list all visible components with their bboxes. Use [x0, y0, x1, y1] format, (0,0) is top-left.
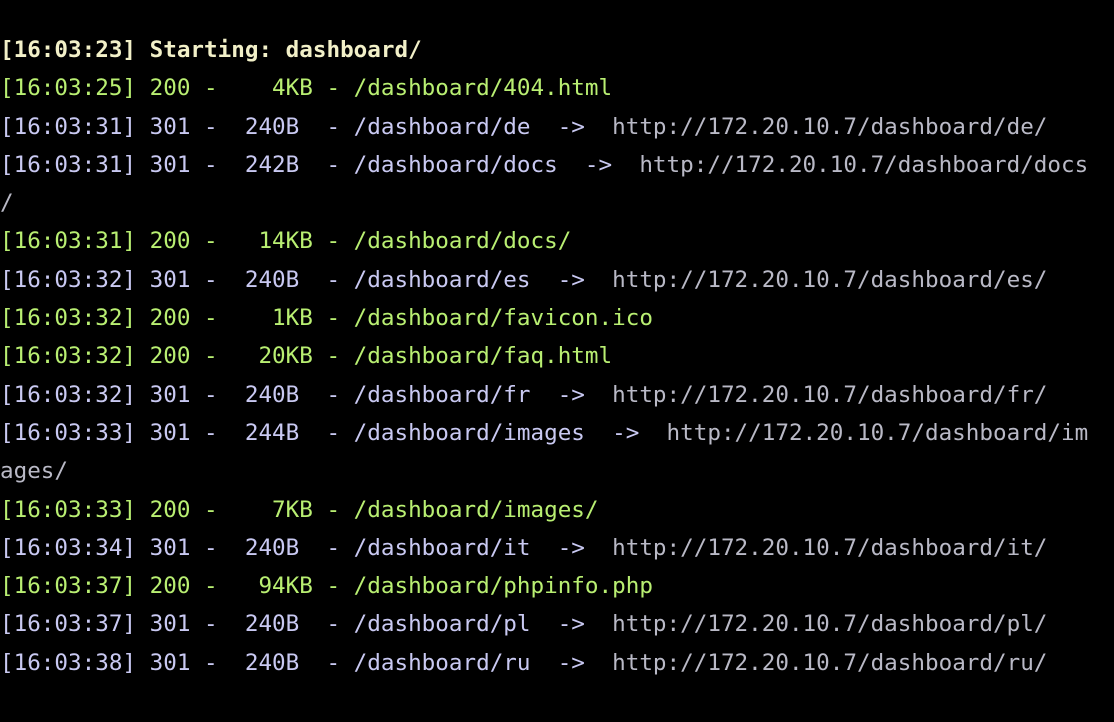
result-line-301: [16:03:37] 301 - 240B - /dashboard/pl ->… [0, 605, 1114, 643]
result-line-200: [16:03:31] 200 - 14KB - /dashboard/docs/ [0, 228, 572, 255]
result-line-301: [16:03:31] 301 - 240B - /dashboard/de ->… [0, 108, 1114, 146]
redirect-target: http://172.20.10.7/dashboard/ru/ [612, 649, 1048, 676]
result-text: [16:03:32] 301 - 240B - /dashboard/fr -> [0, 381, 613, 408]
wrapped-continuation-line: / [0, 190, 14, 217]
result-text: [16:03:32] 301 - 240B - /dashboard/es -> [0, 266, 613, 293]
result-line-200: [16:03:33] 200 - 7KB - /dashboard/images… [0, 496, 599, 523]
result-line-301: [16:03:31] 301 - 242B - /dashboard/docs … [0, 146, 1114, 184]
result-line-301: [16:03:33] 301 - 244B - /dashboard/image… [0, 414, 1114, 452]
result-text: [16:03:31] 301 - 240B - /dashboard/de -> [0, 113, 613, 140]
result-line-200: [16:03:37] 200 - 94KB - /dashboard/phpin… [0, 573, 653, 600]
redirect-target: http://172.20.10.7/dashboard/fr/ [612, 381, 1048, 408]
result-text: [16:03:31] 301 - 242B - /dashboard/docs … [0, 151, 640, 178]
redirect-target: http://172.20.10.7/dashboard/es/ [612, 266, 1048, 293]
result-line-301: [16:03:34] 301 - 240B - /dashboard/it ->… [0, 529, 1114, 567]
result-line-301: [16:03:38] 301 - 240B - /dashboard/ru ->… [0, 644, 1114, 682]
wrapped-continuation-line: ages/ [0, 458, 69, 485]
result-line-200: [16:03:32] 200 - 1KB - /dashboard/favico… [0, 305, 653, 332]
redirect-target: http://172.20.10.7/dashboard/de/ [612, 113, 1048, 140]
result-text: [16:03:33] 301 - 244B - /dashboard/image… [0, 419, 667, 446]
result-line-301: [16:03:32] 301 - 240B - /dashboard/es ->… [0, 261, 1114, 299]
result-text: [16:03:38] 301 - 240B - /dashboard/ru -> [0, 649, 613, 676]
result-text: [16:03:37] 301 - 240B - /dashboard/pl -> [0, 611, 613, 638]
result-line-301: [16:03:32] 301 - 240B - /dashboard/fr ->… [0, 376, 1114, 414]
result-line-200: [16:03:32] 200 - 20KB - /dashboard/faq.h… [0, 343, 613, 370]
terminal-output: [16:03:23] Starting: dashboard/ [16:03:2… [0, 31, 1114, 682]
result-text: [16:03:34] 301 - 240B - /dashboard/it -> [0, 534, 613, 561]
result-line-200: [16:03:25] 200 - 4KB - /dashboard/404.ht… [0, 75, 613, 102]
redirect-target: http://172.20.10.7/dashboard/docs [639, 151, 1089, 178]
scan-start-line: [16:03:23] Starting: dashboard/ [0, 37, 422, 63]
terminal-window[interactable]: [16:03:23] Starting: dashboard/ [16:03:2… [0, 0, 1114, 722]
redirect-target: http://172.20.10.7/dashboard/im [666, 419, 1089, 446]
redirect-target: http://172.20.10.7/dashboard/it/ [612, 534, 1048, 561]
redirect-target: http://172.20.10.7/dashboard/pl/ [612, 611, 1048, 638]
